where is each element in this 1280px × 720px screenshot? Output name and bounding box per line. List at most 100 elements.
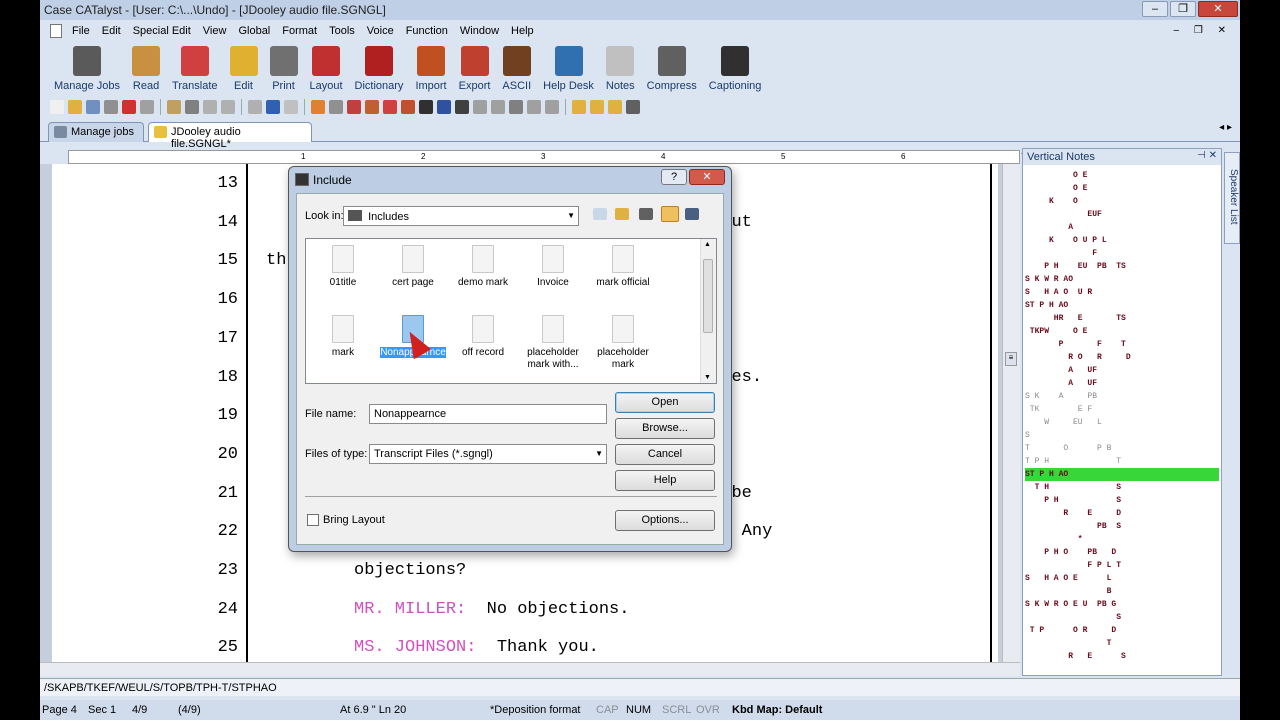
toolbar-button-icon[interactable] xyxy=(329,100,343,114)
menu-file[interactable]: File xyxy=(66,25,96,37)
scroll-thumb[interactable]: ≡ xyxy=(1005,352,1017,366)
toolbar-button-icon[interactable] xyxy=(347,100,361,114)
toolbar-button-icon[interactable] xyxy=(401,100,415,114)
options-button[interactable]: Options... xyxy=(615,510,715,531)
ribbon-layout-button[interactable]: Layout xyxy=(304,42,349,92)
toolbar-button-icon[interactable] xyxy=(509,100,523,114)
toolbar-button-icon[interactable] xyxy=(527,100,541,114)
steno-stroke-row[interactable]: P H EU PB TS xyxy=(1025,260,1219,273)
steno-stroke-row[interactable]: S K W R O E U PB G xyxy=(1025,598,1219,611)
view-menu-icon[interactable] xyxy=(661,206,679,222)
steno-stroke-row[interactable]: A UF xyxy=(1025,364,1219,377)
toolbar-button-icon[interactable] xyxy=(185,100,199,114)
steno-notes-list[interactable]: O E O E K O EUF A K O U P L F P H EU PB … xyxy=(1025,169,1219,673)
toolbar-button-icon[interactable] xyxy=(608,100,622,114)
steno-stroke-row[interactable]: ST P H AO xyxy=(1025,468,1219,481)
file-item[interactable]: cert page xyxy=(378,245,448,289)
menu-format[interactable]: Format xyxy=(276,25,323,37)
minimize-icon[interactable]: – xyxy=(1142,1,1168,17)
look-in-select[interactable]: Includes ▼ xyxy=(343,206,579,226)
file-name-input[interactable]: Nonappearnce xyxy=(369,404,607,424)
toolbar-button-icon[interactable] xyxy=(104,100,118,114)
maximize-icon[interactable]: ❐ xyxy=(1170,1,1196,17)
ribbon-export-button[interactable]: Export xyxy=(453,42,497,92)
new-folder-icon[interactable] xyxy=(639,208,653,220)
menu-voice[interactable]: Voice xyxy=(361,25,400,37)
steno-stroke-row[interactable]: ST P H AO xyxy=(1025,299,1219,312)
steno-stroke-row[interactable]: R O R D xyxy=(1025,351,1219,364)
steno-stroke-row[interactable]: A xyxy=(1025,221,1219,234)
toolbar-button-icon[interactable] xyxy=(545,100,559,114)
ribbon-print-button[interactable]: Print xyxy=(264,42,304,92)
menu-special-edit[interactable]: Special Edit xyxy=(127,25,197,37)
steno-stroke-row[interactable]: S K W R AO xyxy=(1025,273,1219,286)
mdi-controls[interactable]: – ❐ ✕ xyxy=(1174,25,1232,36)
tab-manage-jobs[interactable]: Manage jobs xyxy=(48,122,144,142)
file-item[interactable]: mark xyxy=(308,315,378,359)
toolbar-button-icon[interactable] xyxy=(491,100,505,114)
steno-stroke-row[interactable]: F P L T xyxy=(1025,559,1219,572)
file-item[interactable]: 01title xyxy=(308,245,378,289)
help-button[interactable]: Help xyxy=(615,470,715,491)
ribbon-manage-jobs-button[interactable]: Manage Jobs xyxy=(48,42,126,92)
back-icon[interactable] xyxy=(593,208,607,220)
vertical-scrollbar[interactable]: ≡ xyxy=(1002,164,1020,664)
toolbar-button-icon[interactable] xyxy=(365,100,379,114)
file-item[interactable]: off record xyxy=(448,315,518,359)
steno-stroke-row[interactable]: O E xyxy=(1025,182,1219,195)
steno-stroke-row[interactable]: T P H T xyxy=(1025,455,1219,468)
steno-stroke-row[interactable]: K O U P L xyxy=(1025,234,1219,247)
file-item[interactable]: placeholder mark xyxy=(588,315,658,371)
ribbon-notes-button[interactable]: Notes xyxy=(600,42,641,92)
files-of-type-select[interactable]: Transcript Files (*.sgngl) ▼ xyxy=(369,444,607,464)
menu-edit[interactable]: Edit xyxy=(96,25,127,37)
toolbar-button-icon[interactable] xyxy=(248,100,262,114)
transcript-line[interactable]: 24 MR. MILLER: No objections. xyxy=(52,600,992,620)
toolbar-button-icon[interactable] xyxy=(203,100,217,114)
menu-window[interactable]: Window xyxy=(454,25,505,37)
speaker-list-tab[interactable]: Speaker List xyxy=(1224,152,1240,244)
steno-stroke-row[interactable]: HR E TS xyxy=(1025,312,1219,325)
ruler[interactable]: 12345678 xyxy=(68,150,1145,164)
tab-document[interactable]: JDooley audio file.SGNGL* xyxy=(148,122,312,150)
steno-stroke-row[interactable]: EUF xyxy=(1025,208,1219,221)
steno-stroke-row[interactable]: R E D xyxy=(1025,507,1219,520)
toolbar-button-icon[interactable] xyxy=(50,100,64,114)
steno-stroke-row[interactable]: A UF xyxy=(1025,377,1219,390)
ribbon-ascii-button[interactable]: ASCII xyxy=(496,42,537,92)
file-scroll-thumb[interactable] xyxy=(703,259,713,333)
ribbon-translate-button[interactable]: Translate xyxy=(166,42,223,92)
ribbon-captioning-button[interactable]: Captioning xyxy=(703,42,768,92)
document-icon[interactable] xyxy=(50,24,62,38)
toolbar-button-icon[interactable] xyxy=(86,100,100,114)
scroll-up-icon[interactable]: ▲ xyxy=(704,241,711,248)
steno-stroke-row[interactable]: T H S xyxy=(1025,481,1219,494)
file-list[interactable]: 01title cert page demo mark Invoice mark off… xyxy=(305,238,717,384)
toolbar-button-icon[interactable] xyxy=(140,100,154,114)
pin-close-icon[interactable]: ⊣ ✕ xyxy=(1197,150,1217,161)
ribbon-help-desk-button[interactable]: Help Desk xyxy=(537,42,600,92)
cancel-button[interactable]: Cancel xyxy=(615,444,715,465)
steno-stroke-row[interactable]: S xyxy=(1025,429,1219,442)
steno-stroke-row[interactable]: PB S xyxy=(1025,520,1219,533)
menu-view[interactable]: View xyxy=(197,25,233,37)
toolbar-button-icon[interactable] xyxy=(383,100,397,114)
steno-stroke-row[interactable]: B xyxy=(1025,585,1219,598)
toolbar-button-icon[interactable] xyxy=(122,100,136,114)
close-icon[interactable]: ✕ xyxy=(1198,1,1238,17)
bring-layout-checkbox[interactable] xyxy=(307,514,319,526)
steno-stroke-row[interactable]: T P O R D xyxy=(1025,624,1219,637)
scroll-down-icon[interactable]: ▼ xyxy=(704,374,711,381)
toolbar-button-icon[interactable] xyxy=(590,100,604,114)
transcript-line[interactable]: 25 MS. JOHNSON: Thank you. xyxy=(52,638,992,658)
file-item[interactable]: mark official xyxy=(588,245,658,289)
tab-scroll-arrows[interactable]: ◂ ▸ xyxy=(1219,122,1232,133)
toolbar-button-icon[interactable] xyxy=(473,100,487,114)
file-item[interactable]: Invoice xyxy=(518,245,588,289)
ribbon-edit-button[interactable]: Edit xyxy=(224,42,264,92)
toolbar-button-icon[interactable] xyxy=(437,100,451,114)
ribbon-import-button[interactable]: Import xyxy=(409,42,452,92)
toolbar-button-icon[interactable] xyxy=(68,100,82,114)
transcript-line[interactable]: 23 objections? xyxy=(52,561,992,581)
help-question-icon[interactable]: ? xyxy=(661,169,687,185)
